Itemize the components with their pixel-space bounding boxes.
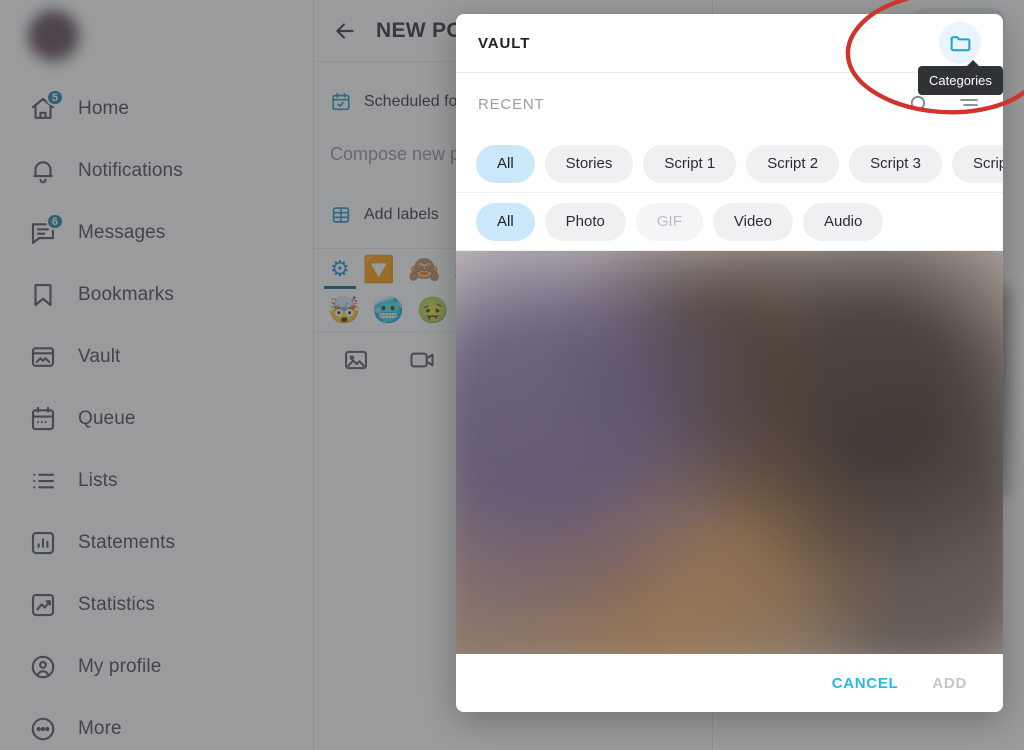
chip-gif: GIF [635, 202, 703, 241]
vault-modal: VAULT RECENT All Stories Script 1 Script… [456, 14, 1003, 712]
categories-tooltip: Categories [918, 60, 1003, 95]
folder-icon[interactable] [939, 22, 981, 64]
category-chip-row[interactable]: All Stories Script 1 Script 2 Script 3 S… [456, 135, 1003, 193]
cancel-button[interactable]: CANCEL [832, 675, 899, 692]
chip-script-2[interactable]: Script 2 [746, 144, 840, 183]
chip-audio[interactable]: Audio [802, 202, 884, 241]
chip-photo[interactable]: Photo [544, 202, 626, 241]
chip-stories[interactable]: Stories [544, 144, 634, 183]
recent-tools [907, 92, 981, 116]
modal-header: VAULT [456, 14, 1003, 73]
media-gallery[interactable] [456, 251, 1003, 654]
chip-script-3[interactable]: Script 3 [849, 144, 942, 183]
recent-label: RECENT [478, 95, 545, 113]
search-icon[interactable] [907, 92, 931, 116]
chip-all-categories[interactable]: All [476, 144, 535, 183]
add-button: ADD [932, 674, 967, 692]
modal-footer: CANCEL ADD [456, 654, 1003, 712]
chip-all-types[interactable]: All [476, 202, 535, 241]
modal-title: VAULT [478, 34, 531, 52]
screen-root: 5 Home Notifications [0, 0, 1024, 750]
chip-script-1[interactable]: Script 1 [643, 144, 737, 183]
chip-script-4[interactable]: Script 4 [951, 144, 1003, 183]
type-chip-row[interactable]: All Photo GIF Video Audio [456, 193, 1003, 251]
gallery-blurred-content [456, 251, 1003, 654]
sort-icon[interactable] [957, 92, 981, 116]
chip-video[interactable]: Video [712, 202, 793, 241]
